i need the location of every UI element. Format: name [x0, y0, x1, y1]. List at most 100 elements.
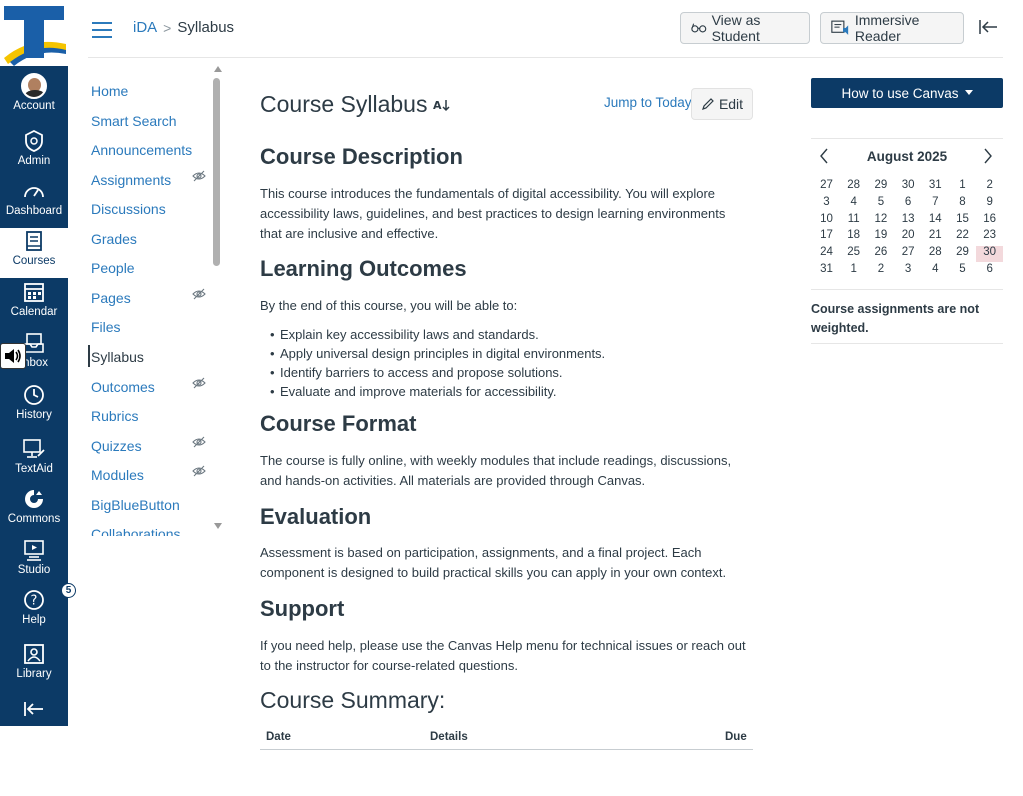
course-nav-people[interactable]: People: [91, 260, 135, 276]
calendar-day[interactable]: 21: [922, 229, 949, 245]
calendar-day[interactable]: 20: [895, 229, 922, 245]
calendar-day[interactable]: 15: [949, 213, 976, 229]
nav-textaid[interactable]: TextAid: [0, 436, 68, 486]
calendar-day[interactable]: 31: [813, 263, 840, 279]
nav-admin[interactable]: Admin: [0, 128, 68, 178]
immersive-reader-button[interactable]: Immersive Reader: [820, 12, 964, 44]
calendar-day[interactable]: 27: [813, 179, 840, 195]
svg-text:A: A: [433, 99, 442, 112]
calendar-day[interactable]: 12: [867, 213, 894, 229]
list-item: Apply universal design principles in dig…: [270, 344, 605, 363]
calendar-day[interactable]: 5: [949, 263, 976, 279]
calendar-day[interactable]: 30: [895, 179, 922, 195]
calendar-day[interactable]: 1: [949, 179, 976, 195]
sort-alpha-icon[interactable]: A: [433, 98, 451, 112]
nav-calendar[interactable]: Calendar: [0, 279, 68, 329]
nav-label: TextAid: [15, 463, 53, 475]
scrollbar-thumb[interactable]: [213, 78, 220, 266]
jump-to-today-link[interactable]: Jump to Today: [604, 95, 692, 110]
shield-icon: [24, 128, 44, 154]
course-nav-assignments[interactable]: Assignments: [91, 172, 171, 188]
hidden-eye-icon: [192, 377, 206, 392]
course-nav-collaborations[interactable]: Collaborations: [91, 526, 181, 536]
calendar-day[interactable]: 6: [976, 263, 1003, 279]
nav-studio[interactable]: Studio: [0, 537, 68, 587]
calendar-day[interactable]: 11: [840, 213, 867, 229]
calendar-day[interactable]: 25: [840, 246, 867, 262]
breadcrumb-course-link[interactable]: iDA: [133, 19, 157, 36]
how-to-use-canvas-label: How to use Canvas: [841, 85, 959, 101]
calendar-day[interactable]: 26: [867, 246, 894, 262]
calendar-day[interactable]: 22: [949, 229, 976, 245]
nav-label: Account: [13, 100, 55, 112]
calendar-day[interactable]: 8: [949, 196, 976, 212]
how-to-use-canvas-button[interactable]: How to use Canvas: [811, 78, 1003, 108]
calendar-day[interactable]: 13: [895, 213, 922, 229]
course-nav-bigbluebutton[interactable]: BigBlueButton: [91, 497, 180, 513]
calendar-day[interactable]: 31: [922, 179, 949, 195]
nav-library[interactable]: Library: [0, 641, 68, 691]
calendar-day[interactable]: 1: [840, 263, 867, 279]
nav-label: Courses: [12, 255, 56, 267]
calendar-day[interactable]: 18: [840, 229, 867, 245]
institution-logo[interactable]: [0, 0, 68, 66]
course-nav-announcements[interactable]: Announcements: [91, 142, 192, 158]
calendar-day[interactable]: 14: [922, 213, 949, 229]
calendar-day[interactable]: 29: [867, 179, 894, 195]
calendar-day[interactable]: 29: [949, 246, 976, 262]
course-nav-modules[interactable]: Modules: [91, 467, 144, 483]
calendar-day[interactable]: 19: [867, 229, 894, 245]
calendar-day[interactable]: 30: [976, 246, 1004, 263]
hamburger-menu-icon[interactable]: [92, 22, 112, 38]
clock-icon: [23, 382, 45, 408]
nav-account[interactable]: Account: [0, 73, 68, 123]
calendar-day[interactable]: 2: [976, 179, 1003, 195]
calendar-day[interactable]: 16: [976, 213, 1003, 229]
calendar-day[interactable]: 3: [813, 196, 840, 212]
view-as-student-button[interactable]: View as Student: [680, 12, 810, 44]
calendar-icon: [24, 279, 44, 305]
calendar-day[interactable]: 24: [813, 246, 840, 262]
scroll-down-arrow-icon[interactable]: [214, 523, 222, 529]
collapse-nav-button[interactable]: [0, 697, 68, 721]
nav-help[interactable]: ? 5 Help: [0, 583, 76, 637]
calendar-day[interactable]: 4: [840, 196, 867, 212]
calendar-day[interactable]: 17: [813, 229, 840, 245]
scroll-up-arrow-icon[interactable]: [214, 66, 222, 72]
course-nav-smart-search[interactable]: Smart Search: [91, 113, 177, 129]
course-nav-syllabus[interactable]: Syllabus: [91, 349, 144, 365]
commons-icon: [23, 486, 45, 512]
course-nav-home[interactable]: Home: [91, 83, 128, 99]
calendar-day[interactable]: 23: [976, 229, 1003, 245]
course-nav-outcomes[interactable]: Outcomes: [91, 379, 155, 395]
nav-courses[interactable]: Courses: [0, 228, 68, 278]
section-text: The course is fully online, with weekly …: [260, 453, 732, 488]
course-nav-rubrics[interactable]: Rubrics: [91, 408, 138, 424]
calendar-day[interactable]: 2: [867, 263, 894, 279]
calendar-day[interactable]: 9: [976, 196, 1003, 212]
calendar-day[interactable]: 10: [813, 213, 840, 229]
calendar-day[interactable]: 7: [922, 196, 949, 212]
calendar-day[interactable]: 3: [895, 263, 922, 279]
course-nav-grades[interactable]: Grades: [91, 231, 137, 247]
calendar-day[interactable]: 28: [922, 246, 949, 262]
course-nav-pages[interactable]: Pages: [91, 290, 131, 306]
calendar-day[interactable]: 27: [895, 246, 922, 262]
speaker-button[interactable]: [0, 343, 26, 369]
edit-button[interactable]: Edit: [691, 88, 753, 120]
calendar-day[interactable]: 6: [895, 196, 922, 212]
nav-commons[interactable]: Commons: [0, 486, 68, 536]
calendar-day[interactable]: 28: [840, 179, 867, 195]
course-nav-discussions[interactable]: Discussions: [91, 201, 166, 217]
calendar-day[interactable]: 4: [922, 263, 949, 279]
nav-history[interactable]: History: [0, 382, 68, 432]
course-nav-quizzes[interactable]: Quizzes: [91, 438, 142, 454]
calendar-day[interactable]: 5: [867, 196, 894, 212]
section-heading: Learning Outcomes: [260, 256, 467, 281]
collapse-sidebar-button[interactable]: [978, 19, 998, 40]
course-nav-files[interactable]: Files: [91, 319, 121, 335]
help-icon: ? 5: [23, 583, 76, 613]
calendar-next-button[interactable]: [983, 148, 993, 169]
nav-dashboard[interactable]: Dashboard: [0, 178, 68, 228]
course-nav-scrollbar[interactable]: [213, 66, 222, 536]
